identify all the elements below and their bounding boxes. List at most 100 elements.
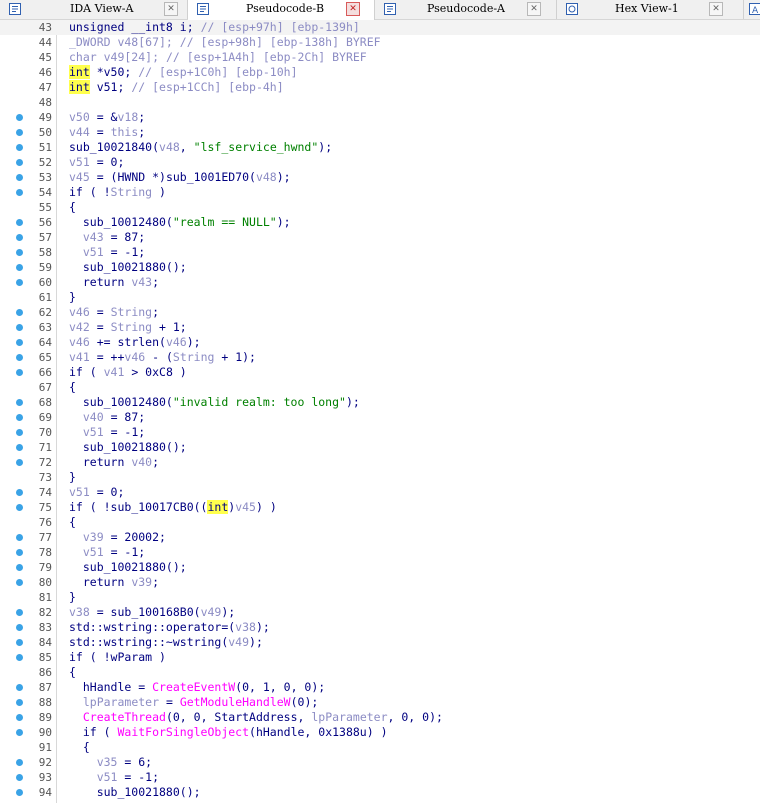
breakpoint-dot-icon[interactable] — [16, 279, 23, 286]
tab-pseudocode-a[interactable]: Pseudocode-A ✕ — [375, 0, 557, 19]
code-line[interactable]: 93 v51 = -1; — [0, 770, 760, 785]
tab-pseudocode-b[interactable]: Pseudocode-B ✕ — [188, 0, 375, 20]
code-line[interactable]: 48 — [0, 95, 760, 110]
breakpoint-dot-icon[interactable] — [16, 399, 23, 406]
code-line[interactable]: 64 v46 += strlen(v46); — [0, 335, 760, 350]
code-line[interactable]: 74 v51 = 0; — [0, 485, 760, 500]
breakpoint-dot-icon[interactable] — [16, 714, 23, 721]
code-line[interactable]: 78 v51 = -1; — [0, 545, 760, 560]
breakpoint-dot-icon[interactable] — [16, 459, 23, 466]
breakpoint-dot-icon[interactable] — [16, 534, 23, 541]
breakpoint-dot-icon[interactable] — [16, 339, 23, 346]
breakpoint-dot-icon[interactable] — [16, 774, 23, 781]
breakpoint-dot-icon[interactable] — [16, 429, 23, 436]
breakpoint-dot-icon[interactable] — [16, 699, 23, 706]
breakpoint-dot-icon[interactable] — [16, 264, 23, 271]
breakpoint-dot-icon[interactable] — [16, 129, 23, 136]
code-line[interactable]: 83 std::wstring::operator=(v38); — [0, 620, 760, 635]
code-line[interactable]: 63 v42 = String + 1; — [0, 320, 760, 335]
code-line[interactable]: 87 hHandle = CreateEventW(0, 1, 0, 0); — [0, 680, 760, 695]
breakpoint-dot-icon[interactable] — [16, 369, 23, 376]
code-line[interactable]: 57 v43 = 87; — [0, 230, 760, 245]
breakpoint-dot-icon[interactable] — [16, 549, 23, 556]
code-line[interactable]: 82 v38 = sub_100168B0(v49); — [0, 605, 760, 620]
code-line[interactable]: 91 { — [0, 740, 760, 755]
code-line[interactable]: 68 sub_10012480("invalid realm: too long… — [0, 395, 760, 410]
tab-hex-view-1[interactable]: Hex View-1 ✕ — [557, 0, 744, 19]
code-line[interactable]: 79 sub_10021880(); — [0, 560, 760, 575]
code-line[interactable]: 50 v44 = this; — [0, 125, 760, 140]
pseudocode-editor[interactable]: 43 unsigned __int8 i; // [esp+97h] [ebp-1… — [0, 20, 760, 803]
code-line[interactable]: 43 unsigned __int8 i; // [esp+97h] [ebp-1… — [0, 20, 760, 35]
code-line[interactable]: 92 v35 = 6; — [0, 755, 760, 770]
tab-ida-view-a[interactable]: IDA View-A ✕ — [0, 0, 188, 19]
code-line[interactable]: 62 v46 = String; — [0, 305, 760, 320]
code-line[interactable]: 84 std::wstring::~wstring(v49); — [0, 635, 760, 650]
code-line[interactable]: 56 sub_10012480("realm == NULL"); — [0, 215, 760, 230]
code-line[interactable]: 72 return v40; — [0, 455, 760, 470]
code-line[interactable]: 47 int v51; // [esp+1CCh] [ebp-4h] — [0, 80, 760, 95]
breakpoint-dot-icon[interactable] — [16, 219, 23, 226]
code-line[interactable]: 46 int *v50; // [esp+1C0h] [ebp-10h] — [0, 65, 760, 80]
code-line[interactable]: 73} — [0, 470, 760, 485]
breakpoint-dot-icon[interactable] — [16, 249, 23, 256]
tab-overflow[interactable]: A — [744, 0, 760, 19]
breakpoint-dot-icon[interactable] — [16, 189, 23, 196]
breakpoint-dot-icon[interactable] — [16, 489, 23, 496]
close-icon[interactable]: ✕ — [164, 2, 178, 16]
code-line[interactable]: 88 lpParameter = GetModuleHandleW(0); — [0, 695, 760, 710]
code-line[interactable]: 81} — [0, 590, 760, 605]
breakpoint-dot-icon[interactable] — [16, 729, 23, 736]
code-line[interactable]: 60 return v43; — [0, 275, 760, 290]
code-line[interactable]: 70 v51 = -1; — [0, 425, 760, 440]
code-line[interactable]: 44 _DWORD v48[67]; // [esp+98h] [ebp-138h… — [0, 35, 760, 50]
breakpoint-dot-icon[interactable] — [16, 159, 23, 166]
code-line[interactable]: 69 v40 = 87; — [0, 410, 760, 425]
breakpoint-dot-icon[interactable] — [16, 609, 23, 616]
code-line[interactable]: 45 char v49[24]; // [esp+1A4h] [ebp-2Ch] … — [0, 50, 760, 65]
breakpoint-dot-icon[interactable] — [16, 324, 23, 331]
code-line[interactable]: 90 if ( WaitForSingleObject(hHandle, 0x1… — [0, 725, 760, 740]
breakpoint-dot-icon[interactable] — [16, 684, 23, 691]
close-icon[interactable]: ✕ — [527, 2, 541, 16]
breakpoint-dot-icon[interactable] — [16, 504, 23, 511]
breakpoint-dot-icon[interactable] — [16, 654, 23, 661]
code-line[interactable]: 76 { — [0, 515, 760, 530]
code-line[interactable]: 71 sub_10021880(); — [0, 440, 760, 455]
breakpoint-dot-icon[interactable] — [16, 789, 23, 796]
code-line[interactable]: 89 CreateThread(0, 0, StartAddress, lpPa… — [0, 710, 760, 725]
code-line[interactable]: 80 return v39; — [0, 575, 760, 590]
breakpoint-dot-icon[interactable] — [16, 579, 23, 586]
code-line[interactable]: 77 v39 = 20002; — [0, 530, 760, 545]
breakpoint-dot-icon[interactable] — [16, 759, 23, 766]
code-line[interactable]: 61} — [0, 290, 760, 305]
code-line[interactable]: 66 if ( v41 > 0xC8 ) — [0, 365, 760, 380]
breakpoint-dot-icon[interactable] — [16, 624, 23, 631]
breakpoint-dot-icon[interactable] — [16, 639, 23, 646]
code-line[interactable]: 94 sub_10021880(); — [0, 785, 760, 800]
code-line[interactable]: 52 v51 = 0; — [0, 155, 760, 170]
code-line[interactable]: 51 sub_10021840(v48, "lsf_service_hwnd"); — [0, 140, 760, 155]
code-line[interactable]: 75 if ( !sub_10017CB0((int)v45) ) — [0, 500, 760, 515]
breakpoint-dot-icon[interactable] — [16, 354, 23, 361]
code-line[interactable]: 67 { — [0, 380, 760, 395]
code-line[interactable]: 65 v41 = ++v46 - (String + 1); — [0, 350, 760, 365]
breakpoint-dot-icon[interactable] — [16, 114, 23, 121]
code-line[interactable]: 53 v45 = (HWND *)sub_1001ED70(v48); — [0, 170, 760, 185]
breakpoint-dot-icon[interactable] — [16, 309, 23, 316]
code-line[interactable]: 55 { — [0, 200, 760, 215]
breakpoint-dot-icon[interactable] — [16, 234, 23, 241]
code-line[interactable]: 59 sub_10021880(); — [0, 260, 760, 275]
code-line[interactable]: 54 if ( !String ) — [0, 185, 760, 200]
breakpoint-dot-icon[interactable] — [16, 414, 23, 421]
close-icon[interactable]: ✕ — [709, 2, 723, 16]
code-line[interactable]: 58 v51 = -1; — [0, 245, 760, 260]
breakpoint-dot-icon[interactable] — [16, 444, 23, 451]
code-line[interactable]: 86 { — [0, 665, 760, 680]
breakpoint-dot-icon[interactable] — [16, 144, 23, 151]
breakpoint-dot-icon[interactable] — [16, 564, 23, 571]
breakpoint-dot-icon[interactable] — [16, 174, 23, 181]
close-icon[interactable]: ✕ — [346, 2, 360, 16]
code-line[interactable]: 49 v50 = &v18; — [0, 110, 760, 125]
code-line[interactable]: 85 if ( !wParam ) — [0, 650, 760, 665]
